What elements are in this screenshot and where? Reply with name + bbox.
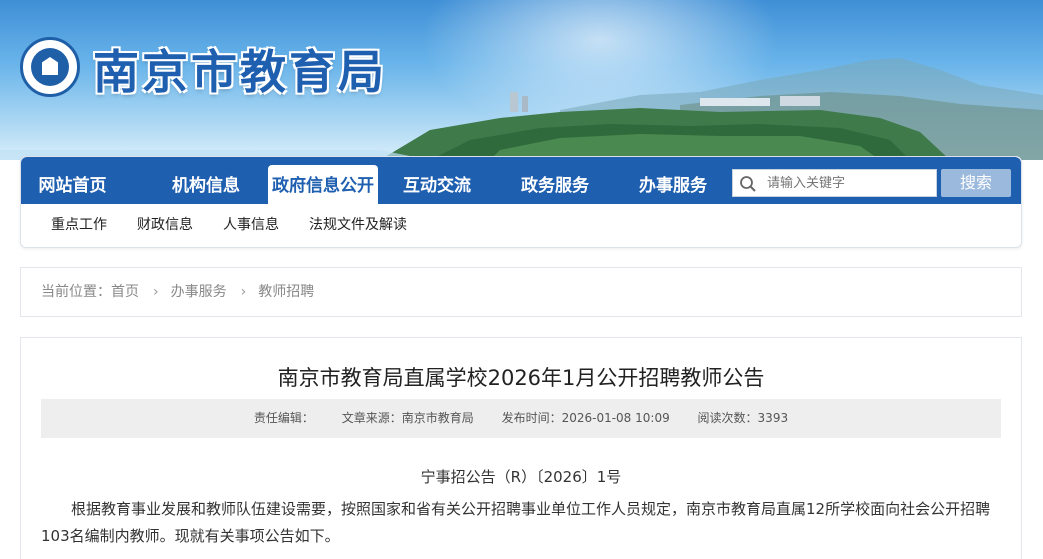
breadcrumb-home[interactable]: 首页 — [111, 284, 139, 300]
emblem-icon — [31, 48, 69, 86]
nav-item-home[interactable]: 网站首页 — [21, 157, 124, 204]
breadcrumb-services[interactable]: 办事服务 — [171, 284, 227, 300]
chevron-right-icon: › — [240, 284, 247, 300]
subnav-item-personnel[interactable]: 人事信息 — [223, 204, 279, 248]
search-icon — [740, 176, 756, 192]
sub-nav: 重点工作 财政信息 人事信息 法规文件及解读 — [21, 204, 407, 248]
article-title: 南京市教育局直属学校2026年1月公开招聘教师公告 — [277, 366, 765, 390]
nav-item-services[interactable]: 办事服务 — [614, 157, 732, 204]
nav-item-gov-services[interactable]: 政务服务 — [496, 157, 614, 204]
nav-item-organization[interactable]: 机构信息 — [147, 157, 265, 204]
breadcrumb-teacher-recruitment[interactable]: 教师招聘 — [258, 284, 314, 300]
subnav-item-key-work[interactable]: 重点工作 — [51, 204, 107, 248]
site-logo[interactable] — [20, 37, 80, 97]
article-meta: 责任编辑： 文章来源：南京市教育局 发布时间：2026-01-08 10:09 … — [41, 399, 1001, 438]
meta-views: 阅读次数：3393 — [697, 411, 789, 425]
article: 南京市教育局直属学校2026年1月公开招聘教师公告 责任编辑： 文章来源：南京市… — [20, 337, 1022, 559]
navigation: 网站首页 机构信息 政府信息公开 互动交流 政务服务 办事服务 搜索 重点工作 … — [20, 156, 1022, 248]
site-title[interactable]: 南京市教育局 — [93, 36, 387, 102]
breadcrumb-prefix: 当前位置： — [41, 284, 111, 300]
search-button[interactable]: 搜索 — [941, 169, 1011, 197]
meta-editor: 责任编辑： — [253, 411, 314, 425]
meta-publish-time: 发布时间：2026-01-08 10:09 — [501, 411, 670, 425]
breadcrumb: 当前位置：首页 › 办事服务 › 教师招聘 — [20, 267, 1022, 317]
chevron-right-icon: › — [153, 284, 159, 300]
nav-item-gov-info[interactable]: 政府信息公开 — [268, 165, 378, 204]
subnav-item-finance[interactable]: 财政信息 — [137, 204, 193, 248]
search-box — [732, 169, 937, 197]
header-banner: 南京市教育局 — [0, 0, 1043, 160]
meta-source: 文章来源：南京市教育局 — [341, 411, 474, 425]
subnav-item-regulations[interactable]: 法规文件及解读 — [309, 204, 407, 248]
nav-item-interaction[interactable]: 互动交流 — [378, 157, 496, 204]
document-number: 宁事招公告（R）〔2026〕1号 — [420, 468, 622, 486]
search-input[interactable] — [767, 173, 932, 193]
article-body: 根据教育事业发展和教师队伍建设需要，按照国家和省有关公开招聘事业单位工作人员规定… — [41, 500, 991, 545]
